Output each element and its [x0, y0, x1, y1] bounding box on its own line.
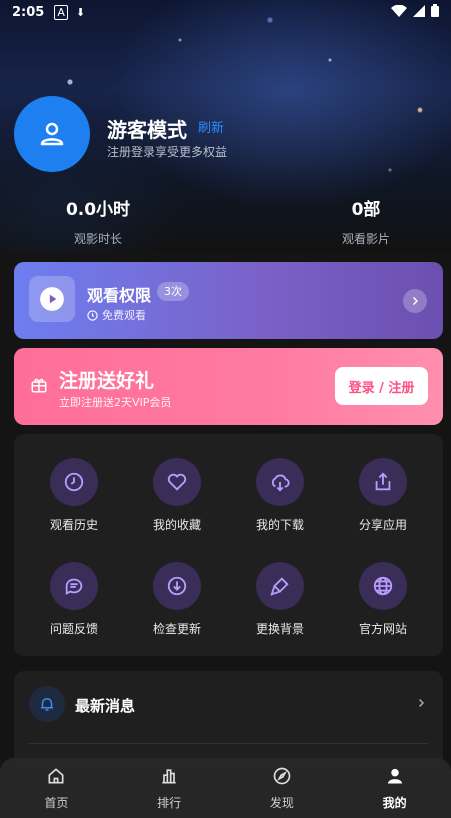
- permission-title: 观看权限: [87, 286, 152, 305]
- download-circle-icon: [153, 562, 201, 610]
- profile-tag[interactable]: 刷新: [198, 117, 224, 136]
- nav-item-ranking[interactable]: 排行: [113, 758, 226, 818]
- stat-label: 观影时长: [73, 232, 122, 246]
- app-notification-icon: A: [54, 4, 68, 20]
- stat-label: 观看影片: [341, 232, 390, 246]
- chart-icon: [162, 769, 176, 784]
- bottom-nav: 首页 排行 发现 我的: [0, 758, 451, 818]
- chevron-right-icon[interactable]: [403, 289, 427, 313]
- divider: [29, 743, 428, 744]
- login-register-button[interactable]: 登录 / 注册: [335, 367, 428, 405]
- status-time: 2:05: [12, 4, 45, 20]
- battery-icon: [431, 4, 439, 20]
- chevron-right-icon[interactable]: [415, 695, 427, 714]
- register-subtitle: 立即注册送2天VIP会员: [59, 396, 172, 409]
- globe-icon: [359, 562, 407, 610]
- news-card[interactable]: 最新消息: [14, 671, 443, 771]
- register-card: 注册送好礼 立即注册送2天VIP会员 登录 / 注册: [14, 348, 443, 425]
- home-icon: [48, 768, 64, 784]
- status-bar: 2:05 A ⬇: [0, 0, 451, 24]
- brush-icon: [256, 562, 304, 610]
- grid-label: 检查更新: [152, 622, 201, 636]
- signal-icon: [413, 4, 425, 20]
- play-icon: [29, 276, 75, 322]
- chat-icon: [50, 562, 98, 610]
- stat-watch-time: 0.0小时 观影时长: [38, 195, 158, 247]
- grid-label: 官方网站: [358, 622, 407, 636]
- heart-icon: [153, 458, 201, 506]
- grid-label: 更换背景: [255, 622, 304, 636]
- news-title: 最新消息: [75, 697, 136, 715]
- grid-item-feedback[interactable]: 问题反馈: [24, 562, 124, 637]
- grid-label: 观看历史: [49, 518, 98, 532]
- gift-icon: [30, 376, 48, 398]
- nav-label: 发现: [269, 796, 294, 810]
- avatar[interactable]: [14, 96, 90, 172]
- nav-item-home[interactable]: 首页: [0, 758, 113, 818]
- stat-value: 0.0小时: [65, 200, 131, 220]
- grid-label: 我的收藏: [152, 518, 201, 532]
- nav-label: 我的: [382, 796, 407, 810]
- permission-badge: 3次: [157, 282, 189, 301]
- grid-item-website[interactable]: 官方网站: [333, 562, 433, 637]
- stat-films-watched: 0部 观看影片: [306, 195, 426, 247]
- grid-item-favorites[interactable]: 我的收藏: [127, 458, 227, 533]
- profile-subtitle: 注册登录享受更多权益: [107, 145, 228, 159]
- register-title: 注册送好礼: [59, 370, 155, 392]
- grid-item-share[interactable]: 分享应用: [333, 458, 433, 533]
- permission-subtitle-row: 免费观看: [87, 307, 146, 323]
- permission-card[interactable]: 观看权限 3次 免费观看: [14, 262, 443, 339]
- user-icon: [40, 122, 64, 146]
- stat-value: 0部: [351, 200, 381, 220]
- wifi-icon: [391, 4, 407, 20]
- nav-label: 排行: [157, 796, 182, 810]
- grid-item-history[interactable]: 观看历史: [24, 458, 124, 533]
- share-icon: [359, 458, 407, 506]
- nav-item-mine[interactable]: 我的: [338, 758, 451, 818]
- grid-label: 分享应用: [358, 518, 407, 532]
- feature-grid: 观看历史 我的收藏 我的下载 分享应用 问题反馈 检查更新 更换背景 官方网站: [14, 434, 443, 656]
- grid-item-downloads[interactable]: 我的下载: [230, 458, 330, 533]
- cloud-download-icon: [256, 458, 304, 506]
- grid-item-update[interactable]: 检查更新: [127, 562, 227, 637]
- grid-label: 我的下载: [255, 518, 304, 532]
- clock-icon: [50, 458, 98, 506]
- profile-name[interactable]: 游客模式: [107, 114, 187, 143]
- permission-subtitle: 免费观看: [102, 309, 146, 322]
- nav-item-discover[interactable]: 发现: [226, 758, 339, 818]
- download-status-icon: ⬇: [75, 5, 86, 19]
- clock-small-icon: [87, 309, 98, 321]
- nav-label: 首页: [44, 796, 69, 810]
- grid-item-background[interactable]: 更换背景: [230, 562, 330, 637]
- bell-icon: [29, 686, 65, 722]
- grid-label: 问题反馈: [49, 622, 98, 636]
- compass-icon: [273, 767, 291, 785]
- user-icon: [387, 768, 402, 784]
